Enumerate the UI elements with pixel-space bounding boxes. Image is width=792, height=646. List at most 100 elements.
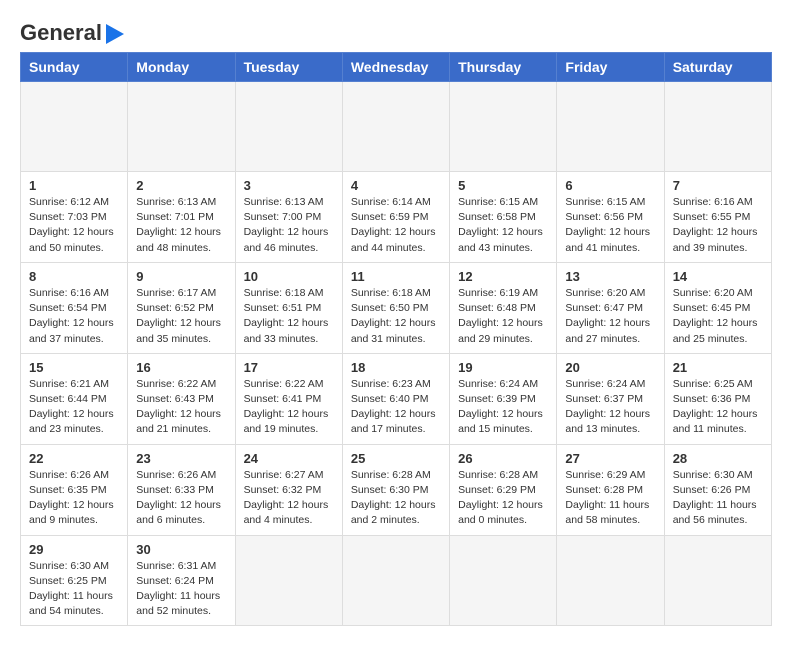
calendar-cell [450,535,557,626]
sunrise-text: Sunrise: 6:18 AM [244,286,334,301]
logo: General [20,20,124,42]
day-header-sunday: Sunday [21,53,128,82]
calendar-cell: 20Sunrise: 6:24 AMSunset: 6:37 PMDayligh… [557,353,664,444]
logo-text-line1: General [20,20,102,46]
day-number: 18 [351,360,441,375]
sunset-text: Sunset: 6:41 PM [244,392,334,407]
day-header-monday: Monday [128,53,235,82]
sunrise-text: Sunrise: 6:28 AM [351,468,441,483]
sunset-text: Sunset: 6:37 PM [565,392,655,407]
daylight-text: Daylight: 12 hours and 35 minutes. [136,316,226,346]
calendar-cell [664,535,771,626]
sunrise-text: Sunrise: 6:26 AM [136,468,226,483]
calendar-cell [557,535,664,626]
cell-info: Sunrise: 6:22 AMSunset: 6:41 PMDaylight:… [244,377,334,438]
day-number: 15 [29,360,119,375]
sunrise-text: Sunrise: 6:21 AM [29,377,119,392]
sunset-text: Sunset: 6:59 PM [351,210,441,225]
calendar-cell: 6 Sunrise: 6:15 AMSunset: 6:56 PMDaylight… [557,172,664,263]
calendar-cell [235,535,342,626]
sunset-text: Sunset: 6:51 PM [244,301,334,316]
daylight-text: Daylight: 12 hours and 37 minutes. [29,316,119,346]
cell-info: Sunrise: 6:25 AMSunset: 6:36 PMDaylight:… [673,377,763,438]
day-header-saturday: Saturday [664,53,771,82]
daylight-text: Daylight: 11 hours and 52 minutes. [136,589,226,619]
cell-info: Sunrise: 6:26 AMSunset: 6:35 PMDaylight:… [29,468,119,529]
daylight-text: Daylight: 12 hours and 13 minutes. [565,407,655,437]
cell-info: Sunrise: 6:31 AMSunset: 6:24 PMDaylight:… [136,559,226,620]
sunrise-text: Sunrise: 6:29 AM [565,468,655,483]
sunrise-text: Sunrise: 6:15 AM [565,195,655,210]
calendar-table: SundayMondayTuesdayWednesdayThursdayFrid… [20,52,772,626]
day-number: 16 [136,360,226,375]
sunset-text: Sunset: 6:58 PM [458,210,548,225]
calendar-cell: 29Sunrise: 6:30 AMSunset: 6:25 PMDayligh… [21,535,128,626]
calendar-cell: 7Sunrise: 6:16 AMSunset: 6:55 PMDaylight… [664,172,771,263]
calendar-cell: 2Sunrise: 6:13 AMSunset: 7:01 PMDaylight… [128,172,235,263]
daylight-text: Daylight: 12 hours and 2 minutes. [351,498,441,528]
daylight-text: Daylight: 12 hours and 25 minutes. [673,316,763,346]
cell-info: Sunrise: 6:13 AMSunset: 7:00 PMDaylight:… [244,195,334,256]
sunrise-text: Sunrise: 6:26 AM [29,468,119,483]
sunrise-text: Sunrise: 6:14 AM [351,195,441,210]
daylight-text: Daylight: 12 hours and 44 minutes. [351,225,441,255]
sunset-text: Sunset: 6:54 PM [29,301,119,316]
calendar-cell: 8Sunrise: 6:16 AMSunset: 6:54 PMDaylight… [21,262,128,353]
sunset-text: Sunset: 7:03 PM [29,210,119,225]
sunrise-text: Sunrise: 6:20 AM [565,286,655,301]
day-number: 30 [136,542,226,557]
cell-info: Sunrise: 6:30 AMSunset: 6:26 PMDaylight:… [673,468,763,529]
cell-info: Sunrise: 6:15 AMSunset: 6:56 PMDaylight:… [565,195,655,256]
calendar-cell [235,82,342,172]
day-header-thursday: Thursday [450,53,557,82]
sunset-text: Sunset: 6:24 PM [136,574,226,589]
sunrise-text: Sunrise: 6:23 AM [351,377,441,392]
cell-info: Sunrise: 6:18 AMSunset: 6:50 PMDaylight:… [351,286,441,347]
calendar-cell: 28Sunrise: 6:30 AMSunset: 6:26 PMDayligh… [664,444,771,535]
calendar-row: 22Sunrise: 6:26 AMSunset: 6:35 PMDayligh… [21,444,772,535]
page-header: General [20,20,772,42]
calendar-cell [557,82,664,172]
calendar-cell [664,82,771,172]
calendar-cell: 4Sunrise: 6:14 AMSunset: 6:59 PMDaylight… [342,172,449,263]
day-number: 6 [565,178,655,193]
cell-info: Sunrise: 6:26 AMSunset: 6:33 PMDaylight:… [136,468,226,529]
calendar-cell: 9Sunrise: 6:17 AMSunset: 6:52 PMDaylight… [128,262,235,353]
cell-info: Sunrise: 6:18 AMSunset: 6:51 PMDaylight:… [244,286,334,347]
daylight-text: Daylight: 11 hours and 54 minutes. [29,589,119,619]
sunset-text: Sunset: 6:48 PM [458,301,548,316]
daylight-text: Daylight: 12 hours and 43 minutes. [458,225,548,255]
daylight-text: Daylight: 12 hours and 21 minutes. [136,407,226,437]
calendar-cell [450,82,557,172]
sunrise-text: Sunrise: 6:13 AM [136,195,226,210]
day-number: 1 [29,178,119,193]
daylight-text: Daylight: 12 hours and 15 minutes. [458,407,548,437]
cell-info: Sunrise: 6:20 AMSunset: 6:47 PMDaylight:… [565,286,655,347]
calendar-cell: 30 Sunrise: 6:31 AMSunset: 6:24 PMDayligh… [128,535,235,626]
day-number: 7 [673,178,763,193]
calendar-row: 15Sunrise: 6:21 AMSunset: 6:44 PMDayligh… [21,353,772,444]
daylight-text: Daylight: 12 hours and 29 minutes. [458,316,548,346]
calendar-cell: 10Sunrise: 6:18 AMSunset: 6:51 PMDayligh… [235,262,342,353]
day-header-friday: Friday [557,53,664,82]
sunrise-text: Sunrise: 6:31 AM [136,559,226,574]
sunset-text: Sunset: 6:55 PM [673,210,763,225]
daylight-text: Daylight: 12 hours and 27 minutes. [565,316,655,346]
daylight-text: Daylight: 12 hours and 4 minutes. [244,498,334,528]
sunrise-text: Sunrise: 6:13 AM [244,195,334,210]
calendar-cell: 11Sunrise: 6:18 AMSunset: 6:50 PMDayligh… [342,262,449,353]
cell-info: Sunrise: 6:24 AMSunset: 6:39 PMDaylight:… [458,377,548,438]
sunrise-text: Sunrise: 6:17 AM [136,286,226,301]
calendar-header-row: SundayMondayTuesdayWednesdayThursdayFrid… [21,53,772,82]
calendar-cell: 21Sunrise: 6:25 AMSunset: 6:36 PMDayligh… [664,353,771,444]
daylight-text: Daylight: 12 hours and 9 minutes. [29,498,119,528]
sunset-text: Sunset: 6:29 PM [458,483,548,498]
sunset-text: Sunset: 6:28 PM [565,483,655,498]
calendar-cell [128,82,235,172]
calendar-row: 8Sunrise: 6:16 AMSunset: 6:54 PMDaylight… [21,262,772,353]
calendar-cell: 24Sunrise: 6:27 AMSunset: 6:32 PMDayligh… [235,444,342,535]
daylight-text: Daylight: 12 hours and 41 minutes. [565,225,655,255]
day-number: 5 [458,178,548,193]
calendar-cell: 19Sunrise: 6:24 AMSunset: 6:39 PMDayligh… [450,353,557,444]
day-number: 12 [458,269,548,284]
